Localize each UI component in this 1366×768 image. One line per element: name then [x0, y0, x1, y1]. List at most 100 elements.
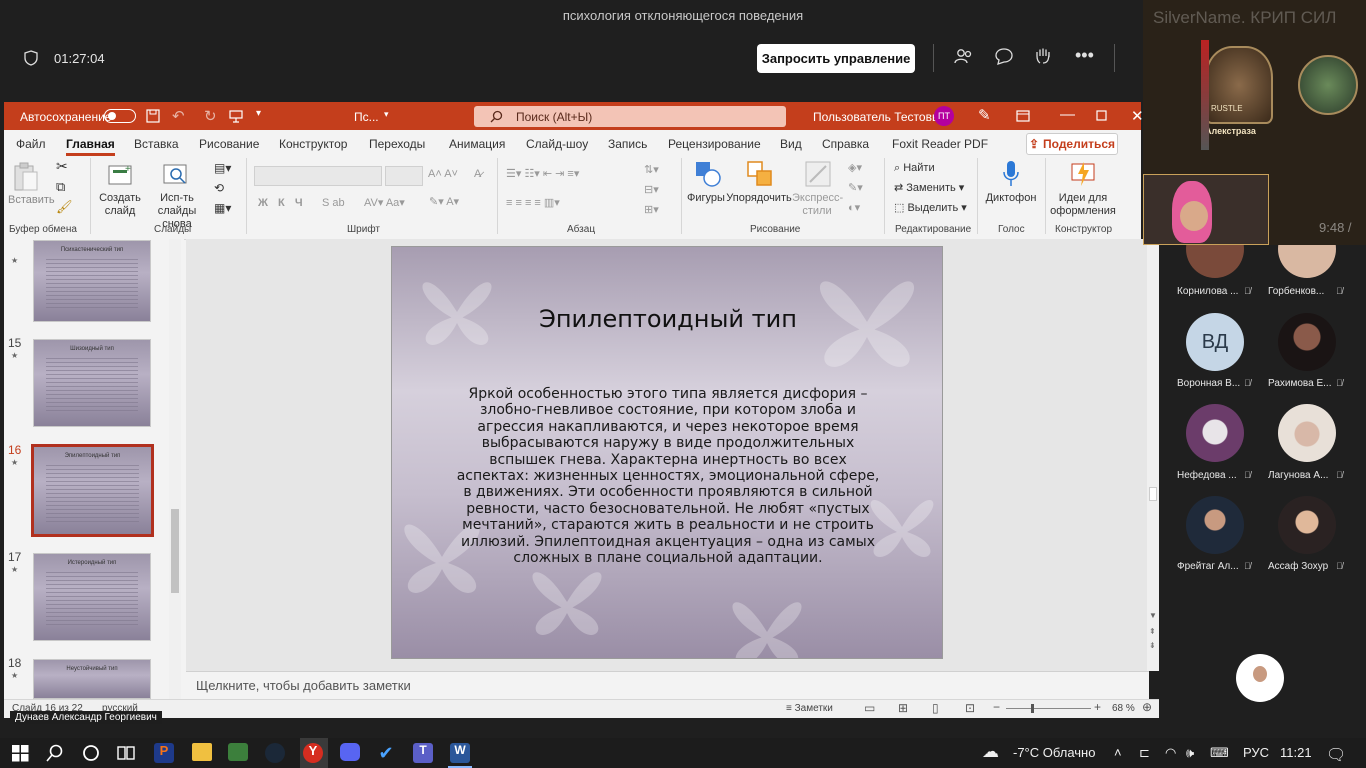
tab-slideshow[interactable]: Слайд-шоу	[526, 137, 588, 151]
undo-icon[interactable]: ↶	[172, 107, 185, 125]
scroll-down-icon[interactable]: ▼	[1149, 611, 1157, 620]
zoom-in-icon[interactable]: +	[1094, 700, 1101, 714]
share-button[interactable]: ⇪ Поделиться	[1026, 133, 1118, 155]
editor-scrollbar[interactable]: ▼ ⇞ ⇟	[1147, 239, 1159, 671]
format-painter-icon[interactable]: 🖌	[56, 200, 73, 213]
maximize-icon[interactable]	[1096, 110, 1107, 121]
user-avatar[interactable]: ПТ	[934, 106, 954, 126]
slide-thumbnail-selected[interactable]: Эпилептоидный тип	[31, 444, 154, 537]
reading-view-icon[interactable]: ▯	[932, 701, 939, 715]
prev-slide-icon[interactable]: ⇞	[1149, 627, 1156, 636]
tab-help[interactable]: Справка	[822, 137, 869, 151]
tab-insert[interactable]: Вставка	[134, 137, 179, 151]
design-ideas-label[interactable]: Идеи для оформления	[1050, 192, 1116, 218]
search-box[interactable]: Поиск (Alt+Ы)	[474, 106, 786, 127]
tab-animations[interactable]: Анимация	[449, 137, 505, 151]
slide-thumbnail[interactable]: Шизоидный тип	[33, 339, 151, 427]
strikethrough-icon[interactable]: S ab	[322, 197, 345, 210]
tab-view[interactable]: Вид	[780, 137, 802, 151]
shape-effects-icon[interactable]: ◐▾	[848, 202, 860, 215]
find-button[interactable]: ⌕ Найти	[894, 162, 935, 175]
tab-draw[interactable]: Рисование	[199, 137, 259, 151]
input-language[interactable]: РУС	[1243, 745, 1269, 760]
layout-icon[interactable]: ▤▾	[214, 162, 231, 175]
alignment-icons[interactable]: ≡ ≡ ≡ ≡ ▥▾	[506, 197, 560, 210]
clock[interactable]: 11:21	[1280, 745, 1312, 760]
participant-avatar[interactable]: ВД	[1186, 313, 1244, 371]
present-icon[interactable]	[229, 109, 243, 123]
weather-cloud-icon[interactable]: ☁	[982, 742, 999, 762]
teams-icon[interactable]: T	[413, 743, 433, 763]
scrollbar-thumb[interactable]	[1149, 487, 1157, 501]
quick-styles-label[interactable]: Экспресс-стили	[792, 192, 843, 218]
app-tray-icon[interactable]: ⊏	[1139, 745, 1150, 761]
zoom-out-icon[interactable]: −	[993, 700, 1000, 714]
discord-icon[interactable]	[340, 743, 360, 761]
reset-icon[interactable]: ⟲	[214, 182, 224, 195]
keyboard-icon[interactable]: ⌨	[1210, 745, 1229, 761]
shape-fill-icon[interactable]: ◈▾	[848, 162, 862, 175]
cut-icon[interactable]: ✂	[56, 159, 68, 173]
tab-file[interactable]: Файл	[16, 137, 46, 151]
slide-thumbnail[interactable]: Истероидный тип	[33, 553, 151, 641]
zoom-level[interactable]: 68 %	[1112, 703, 1135, 714]
zoom-slider-thumb[interactable]	[1031, 704, 1034, 713]
slide-thumbnail[interactable]: Психастенический тип	[33, 240, 151, 322]
new-slide-icon[interactable]: +	[107, 162, 135, 188]
todo-icon[interactable]: ✔	[376, 743, 396, 763]
participants-icon[interactable]	[954, 47, 974, 70]
word-icon[interactable]: W	[450, 743, 470, 763]
notes-toggle[interactable]: ≡ Заметки	[786, 703, 833, 714]
request-control-button[interactable]: Запросить управление	[757, 44, 915, 73]
bullets-icon[interactable]: ☰▾ ☷▾ ⇤ ⇥ ≡▾	[506, 168, 579, 181]
scrollbar-thumb[interactable]	[171, 509, 179, 593]
design-ideas-icon[interactable]	[1070, 160, 1096, 188]
clear-format-icon[interactable]: A̷	[474, 168, 481, 181]
spacing-case-icon[interactable]: AV▾ Aa▾	[364, 197, 405, 210]
participant-avatar[interactable]	[1278, 496, 1336, 554]
select-button[interactable]: ⬚ Выделить ▾	[894, 202, 967, 215]
tab-foxit[interactable]: Foxit Reader PDF	[892, 137, 988, 151]
paste-icon[interactable]	[12, 162, 40, 192]
raise-hand-icon[interactable]	[1034, 47, 1054, 70]
microphone-icon[interactable]	[1002, 160, 1020, 188]
thumbnails-scrollbar[interactable]	[169, 239, 181, 699]
participant-avatar[interactable]	[1186, 404, 1244, 462]
font-size-select[interactable]	[385, 166, 423, 186]
arrange-label[interactable]: Упорядочить	[726, 192, 792, 205]
chat-icon[interactable]	[994, 47, 1014, 70]
tab-review[interactable]: Рецензирование	[668, 137, 761, 151]
self-avatar[interactable]	[1236, 654, 1284, 702]
customize-toolbar-icon[interactable]: ▾	[256, 108, 261, 119]
chevron-up-icon[interactable]: ˄	[1114, 745, 1122, 760]
tab-record[interactable]: Запись	[608, 137, 647, 151]
section-icon[interactable]: ▦▾	[214, 202, 231, 215]
next-slide-icon[interactable]: ⇟	[1149, 641, 1156, 650]
slide-sorter-icon[interactable]: ⊞	[898, 701, 908, 715]
slide-body-text[interactable]: Яркой особенностью этого типа является д…	[454, 386, 882, 566]
bold-italic-underline-icons[interactable]: ЖКЧ	[258, 197, 313, 210]
minimize-icon[interactable]: —	[1060, 106, 1075, 123]
dictate-label[interactable]: Диктофон	[984, 192, 1038, 205]
shapes-icon[interactable]	[694, 160, 722, 188]
slideshow-view-icon[interactable]: ⊡	[965, 701, 975, 715]
save-icon[interactable]	[146, 109, 160, 123]
shape-outline-icon[interactable]: ✎▾	[848, 182, 863, 195]
smartart-icon[interactable]: ⊞▾	[644, 204, 659, 217]
chevron-down-icon[interactable]: ▾	[384, 109, 389, 120]
app-icon[interactable]: P	[154, 743, 174, 763]
weather-status[interactable]: -7°C Облачно	[1013, 745, 1095, 760]
participant-avatar[interactable]	[1278, 404, 1336, 462]
fit-slide-icon[interactable]: ⊕	[1142, 700, 1152, 714]
wifi-icon[interactable]: ◠	[1165, 745, 1176, 761]
pen-icon[interactable]: ✎	[978, 106, 991, 124]
quick-styles-icon[interactable]	[804, 160, 832, 188]
text-direction-icon[interactable]: ⇅▾	[644, 164, 659, 177]
steam-icon[interactable]	[265, 743, 285, 763]
new-slide-label[interactable]: Создать слайд	[98, 192, 142, 218]
yandex-browser-icon[interactable]: Y	[303, 743, 323, 763]
grow-font-icon[interactable]: A˄ A˅	[428, 168, 458, 181]
zoom-slider[interactable]	[1006, 708, 1091, 709]
normal-view-icon[interactable]: ▭	[864, 701, 875, 715]
volume-icon[interactable]: 🕪	[1186, 745, 1194, 761]
